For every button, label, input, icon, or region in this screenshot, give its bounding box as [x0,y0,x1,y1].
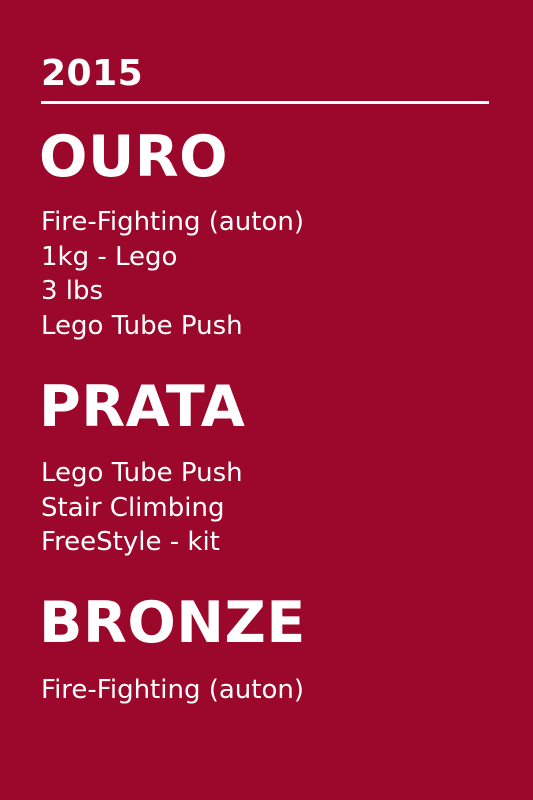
year-heading: 2015 [41,53,144,94]
gold-medal-title: OURO [39,124,229,190]
gold-medal-item: Lego Tube Push [41,310,243,341]
bronze-medal-title: BRONZE [39,590,306,656]
silver-medal-title: PRATA [39,374,246,440]
gold-medal-list: Fire-Fighting (auton) 1kg - Lego 3 lbs L… [41,205,304,343]
bronze-medal-item: Fire-Fighting (auton) [41,675,304,705]
divider [41,101,489,104]
silver-medal-item: Stair Climbing [41,492,225,523]
silver-medal-item: Lego Tube Push [41,458,243,488]
awards-card: 2015 OURO Fire-Fighting (auton) 1kg - Le… [39,0,491,800]
silver-medal-list: Lego Tube Push Stair Climbing FreeStyle … [41,456,243,560]
gold-medal-item: 3 lbs [41,276,104,306]
gold-medal-item: Fire-Fighting (auton) [41,207,304,237]
gold-medal-item: 1kg - Lego [41,241,178,272]
bronze-medal-list: Fire-Fighting (auton) [41,673,304,708]
silver-medal-item: FreeStyle - kit [41,527,220,557]
